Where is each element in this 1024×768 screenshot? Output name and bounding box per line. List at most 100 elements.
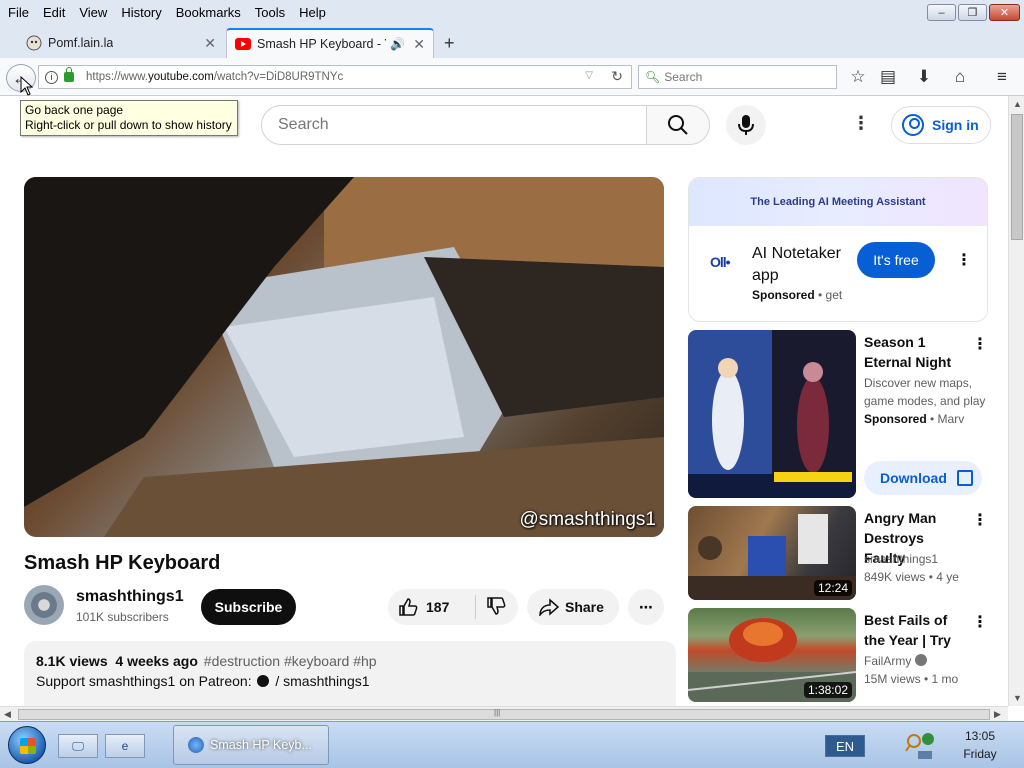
sidebar-channel-name[interactable]: FailArmy [864,654,911,668]
ad-title[interactable]: AI Notetaker app [752,243,852,287]
menu-history[interactable]: History [114,5,168,20]
sidebar-video-item[interactable]: 12:24 Angry Man Destroys Faulty smashthi… [688,506,988,600]
info-icon[interactable]: i [45,70,58,84]
like-dislike-group: 187 [388,589,518,625]
back-tooltip: Go back one page Right-click or pull dow… [20,100,238,136]
voice-search-button[interactable] [726,105,766,145]
menu-bookmarks[interactable]: Bookmarks [169,5,248,20]
video-thumbnail[interactable]: 1:38:02 [688,608,856,702]
channel-name[interactable]: smashthings1 [76,588,184,606]
pomf-favicon-icon [26,35,42,51]
sidebar-ad-item[interactable]: Season 1 Eternal Night Discover new maps… [688,330,988,498]
sign-in-button[interactable]: Sign in [891,106,991,144]
menu-file[interactable]: File [0,5,36,20]
close-window-button[interactable]: ✕ [989,4,1020,21]
youtube-search-input[interactable]: Search [261,105,647,145]
more-vertical-icon[interactable]: ⋮ [972,612,988,632]
minimize-button[interactable]: – [927,4,956,21]
scroll-grip-icon: ||| [494,708,501,717]
sidebar-video-meta: smashthings1 849K views • 4 ye [864,550,988,586]
video-thumbnail[interactable]: 12:24 [688,506,856,600]
horizontal-scrollbar[interactable]: ◀ ||| ▶ [0,706,1008,721]
youtube-search-button[interactable] [646,105,710,145]
more-actions-button[interactable]: ⋯ [628,589,664,625]
sidebar-video-meta: Discover new maps, game modes, and play … [864,376,986,426]
scroll-up-arrow-icon[interactable]: ▲ [1013,99,1022,109]
close-tab-icon[interactable]: ✕ [204,35,216,52]
ad-more-icon[interactable]: ⋮ [956,250,972,270]
home-icon[interactable]: ⌂ [949,66,971,88]
network-icon[interactable] [902,727,938,763]
horizontal-scroll-thumb[interactable] [18,709,990,720]
dropdown-arrow-icon[interactable]: ▽ [585,70,593,81]
more-vertical-icon[interactable]: ⋮ [972,510,988,530]
ad-sponsored-label: Sponsored • get [752,288,843,302]
video-duration: 12:24 [813,580,852,596]
download-button[interactable]: Download [864,461,982,495]
browser-search-field[interactable]: 🔍︎ Search [638,65,837,89]
patreon-icon [257,675,270,687]
subscribe-button[interactable]: Subscribe [201,589,296,625]
like-button[interactable]: 187 [388,595,476,619]
tab-youtube[interactable]: Smash HP Keyboard - Y 🔊 ✕ [226,28,434,58]
sidebar-video-stats: 15M views • 1 mo [864,672,959,686]
description-box[interactable]: 8.1K views 4 weeks ago #destruction #key… [24,641,676,706]
menu-view[interactable]: View [72,5,114,20]
menu-help[interactable]: Help [292,5,333,20]
more-vertical-icon[interactable]: ⋮ [972,334,988,354]
close-tab-icon[interactable]: ✕ [413,36,425,53]
hashtags[interactable]: #destruction #keyboard #hp [204,653,377,669]
vertical-scrollbar[interactable]: ▲ ▼ [1008,96,1024,706]
verified-badge-icon [915,654,928,666]
downloads-icon[interactable]: ⬇ [913,66,935,88]
sidebar-video-title[interactable]: Season 1 Eternal Night [864,332,964,372]
tab-pomf[interactable]: Pomf.lain.la ✕ [18,28,224,58]
mouse-cursor-icon [20,76,34,96]
sign-in-label: Sign in [932,117,979,133]
show-desktop-icon[interactable]: 🖵︎ [58,734,98,758]
search-engine-icon[interactable]: 🔍︎ [645,70,660,84]
scroll-right-arrow-icon[interactable]: ▶ [994,709,1001,720]
video-thumbnail[interactable] [688,330,856,498]
video-frame [24,177,664,537]
menu-edit[interactable]: Edit [36,5,72,20]
new-tab-button[interactable]: + [444,33,455,54]
url-bar[interactable]: i https://www.youtube.com/watch?v=DiD8UR… [38,65,632,89]
share-icon [539,598,559,616]
hamburger-menu-icon[interactable]: ≡ [991,66,1013,88]
lock-icon[interactable] [64,67,74,82]
patreon-link[interactable]: / smashthings1 [275,673,369,689]
ad-cta-button[interactable]: It's free [857,242,935,278]
settings-more-icon[interactable]: ⋮ [852,113,870,134]
sidebar-channel-name[interactable]: smashthings1 [864,550,988,568]
language-indicator[interactable]: EN [825,735,865,757]
ad-banner: The Leading AI Meeting Assistant [689,178,987,226]
description-text: Support smashthings1 on Patreon: / smash… [36,673,664,689]
video-player[interactable]: @smashthings1 [24,177,664,537]
like-count: 187 [426,599,450,615]
microphone-icon [738,115,754,135]
menu-tools[interactable]: Tools [248,5,292,20]
windows-start-icon[interactable] [8,726,46,764]
sidebar-video-item[interactable]: 1:38:02 Best Fails of the Year | Try Fai… [688,608,988,702]
search-placeholder: Search [664,70,703,84]
youtube-favicon-icon [235,38,251,50]
channel-watermark: @smashthings1 [519,509,656,530]
taskbar-firefox-window[interactable]: Smash HP Keyb... [173,725,329,765]
share-button[interactable]: Share [527,589,619,625]
channel-avatar[interactable] [24,585,64,625]
system-clock[interactable]: 13:05 Friday [950,727,1010,763]
bookmark-star-icon[interactable]: ☆ [847,66,869,88]
scroll-down-arrow-icon[interactable]: ▼ [1013,693,1022,703]
bookmarks-library-icon[interactable]: ▤ [877,66,899,88]
speaker-icon[interactable]: 🔊 [390,37,405,51]
restore-button[interactable]: ❐ [958,4,987,21]
reload-icon[interactable]: ↻ [611,68,623,85]
scroll-left-arrow-icon[interactable]: ◀ [4,709,11,720]
internet-explorer-icon[interactable]: e [105,734,145,758]
vertical-scroll-thumb[interactable] [1011,114,1023,240]
sidebar-video-title[interactable]: Best Fails of the Year | Try [864,610,964,650]
sidebar-video-stats: 849K views • 4 ye [864,570,959,584]
firefox-icon [188,737,204,753]
dislike-button[interactable] [476,596,506,619]
